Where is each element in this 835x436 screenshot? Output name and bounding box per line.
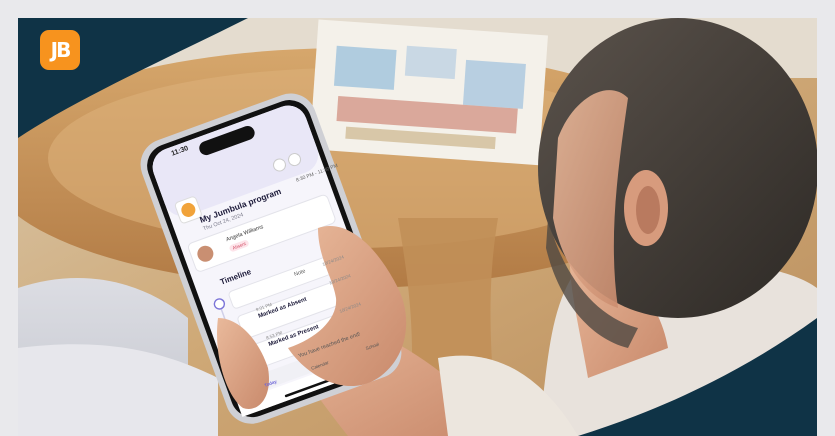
- timeline-present-date: 10/24/2024: [338, 301, 362, 314]
- status-time: 11:30: [170, 145, 190, 158]
- timeline-note-date: 10/24/2024: [321, 254, 345, 267]
- program-time: 8:30 PM - 11:30 PM: [295, 162, 339, 184]
- nav-school[interactable]: School: [365, 342, 380, 351]
- timeline-absent-date: 10/24/2024: [328, 273, 352, 286]
- timeline-title: Timeline: [218, 267, 253, 287]
- nav-calendar[interactable]: Calendar: [311, 360, 330, 371]
- hero-image: 11:30 My Jumbula program Thu Oct 24, 202…: [18, 18, 817, 436]
- timeline-note-label: Note: [293, 268, 307, 278]
- photo-scene: [18, 18, 817, 436]
- timeline-end-message: You have reached the end!: [297, 331, 362, 360]
- brand-logo-text: JB: [50, 38, 72, 62]
- nav-today[interactable]: Today: [264, 379, 278, 388]
- brand-logo: JB: [40, 30, 80, 70]
